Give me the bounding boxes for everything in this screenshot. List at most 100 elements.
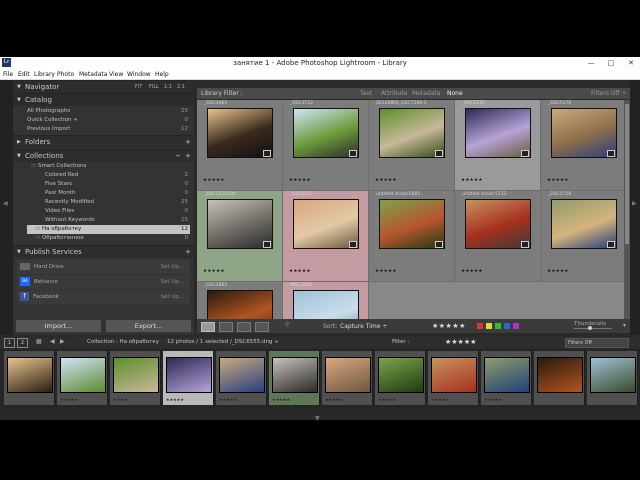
- grid-cell[interactable]: _DSC5227 ★★★★★: [283, 191, 369, 282]
- collection-item[interactable]: Recently Modified 25: [45, 198, 190, 207]
- close-button[interactable]: ✕: [624, 57, 638, 69]
- grid-cell[interactable]: _DSC5176 ★★★★★: [541, 100, 627, 191]
- filmstrip-thumb[interactable]: [4, 351, 55, 405]
- publish-hard-drive[interactable]: Hard Drive Set Up...: [17, 260, 190, 274]
- menu-file[interactable]: File: [3, 71, 13, 78]
- cell-rating[interactable]: ★★★★★: [375, 269, 397, 274]
- color-label-swatch[interactable]: [504, 323, 510, 329]
- grid-cell[interactable]: _DSC5718 ★★★★★: [541, 191, 627, 282]
- filmstrip-photo[interactable]: [272, 357, 318, 393]
- loupe-view-icon[interactable]: [219, 322, 233, 332]
- cell-rating[interactable]: ★★★★★: [375, 178, 397, 183]
- setup-link[interactable]: Set Up...: [160, 275, 184, 289]
- color-label-swatch[interactable]: [495, 323, 501, 329]
- grid-cell[interactable]: 20120805_DSC7568-2 ★★★★★: [369, 100, 455, 191]
- filmstrip-photo[interactable]: [378, 357, 424, 393]
- filmstrip-photo[interactable]: [325, 357, 371, 393]
- catalog-item-previous[interactable]: Previous Import 12: [27, 125, 190, 134]
- menu-help[interactable]: Help: [155, 71, 169, 78]
- cell-rating[interactable]: ★★★★★: [547, 178, 569, 183]
- filmstrip-photo[interactable]: [219, 357, 265, 393]
- publish-facebook[interactable]: f Facebook Set Up...: [17, 290, 190, 304]
- collection-item[interactable]: Five Stars 0: [45, 180, 190, 189]
- sort-select[interactable]: Capture Time ÷: [340, 323, 387, 330]
- menu-window[interactable]: Window: [127, 71, 151, 78]
- filmstrip-collection[interactable]: Collection : На обработку: [87, 339, 159, 345]
- collection-item[interactable]: Video Files 0: [45, 207, 190, 216]
- rating-stars[interactable]: ★★★★★: [432, 322, 466, 330]
- publish-behance[interactable]: Bē Behance Set Up...: [17, 275, 190, 289]
- filmstrip-thumb[interactable]: ★★★★★: [57, 351, 108, 405]
- folders-header[interactable]: ▶ Folders +: [13, 135, 194, 148]
- grid-cell[interactable]: _DSC5271Edit ★★★★★: [197, 191, 283, 282]
- menu-metadata[interactable]: Metadata: [79, 71, 107, 78]
- publish-header[interactable]: ▼ Publish Services +: [13, 245, 194, 258]
- add-publish-icon[interactable]: +: [185, 246, 191, 258]
- toolbar-menu-icon[interactable]: ▾: [623, 322, 626, 329]
- forward-arrow-icon[interactable]: ▶: [60, 338, 65, 345]
- filmstrip-photo[interactable]: [113, 357, 159, 393]
- collection-item[interactable]: ▭ Обработанное 0: [35, 234, 190, 243]
- setup-link[interactable]: Set Up...: [160, 260, 184, 274]
- grid-mini-icon[interactable]: ▦: [36, 338, 42, 345]
- grid-cell[interactable]: _DSC3712 ★★★★★: [283, 100, 369, 191]
- color-label-swatch[interactable]: [477, 323, 483, 329]
- filmstrip-photo[interactable]: [537, 357, 583, 393]
- filter-none[interactable]: None: [447, 90, 463, 97]
- cell-rating[interactable]: ★★★★★: [203, 269, 225, 274]
- spray-can-icon[interactable]: ⚲: [285, 321, 289, 328]
- export-button[interactable]: Export...: [106, 320, 191, 332]
- remove-collection-icon[interactable]: −: [175, 150, 181, 162]
- page-2-button[interactable]: 2: [17, 338, 28, 348]
- import-button[interactable]: Import...: [16, 320, 101, 332]
- zoom-1-1[interactable]: 1:1: [164, 81, 172, 93]
- menu-edit[interactable]: Edit: [18, 71, 30, 78]
- collection-item[interactable]: Colored Red 2: [45, 171, 190, 180]
- filmstrip-filter-select[interactable]: Filters Off: [565, 338, 629, 348]
- filmstrip-photo[interactable]: [590, 357, 636, 393]
- filter-metadata[interactable]: Metadata: [412, 90, 440, 97]
- filter-text[interactable]: Text: [360, 90, 372, 97]
- catalog-header[interactable]: ▼ Catalog: [13, 93, 194, 106]
- color-label-swatch[interactable]: [513, 323, 519, 329]
- filmstrip-collapse-icon[interactable]: ▼: [315, 415, 320, 422]
- cell-rating[interactable]: ★★★★★: [547, 269, 569, 274]
- collection-item[interactable]: ▭ Smart Collections: [31, 162, 190, 171]
- compare-view-icon[interactable]: [237, 322, 251, 332]
- filmstrip-photo[interactable]: [166, 357, 212, 393]
- filmstrip-photo[interactable]: [484, 357, 530, 393]
- collection-item[interactable]: Without Keywords 25: [45, 216, 190, 225]
- filmstrip-thumb[interactable]: ★★★★★: [216, 351, 267, 405]
- zoom-fill[interactable]: FILL: [149, 81, 159, 93]
- filmstrip-thumb[interactable]: ★★★★★: [428, 351, 479, 405]
- filter-attribute[interactable]: Attribute: [381, 90, 408, 97]
- survey-view-icon[interactable]: [255, 322, 269, 332]
- color-label-swatch[interactable]: [486, 323, 492, 329]
- filmstrip-thumb[interactable]: [587, 351, 638, 405]
- filmstrip-count[interactable]: 12 photos / 1 selected /_DSC6555.dng ÷: [167, 339, 279, 345]
- collection-item[interactable]: Past Month 0: [45, 189, 190, 198]
- collection-item-selected[interactable]: ▭ На обработку 12: [27, 225, 190, 234]
- filmstrip-thumb[interactable]: ★★★★: [110, 351, 161, 405]
- catalog-item-all[interactable]: All Photographs 25: [27, 107, 190, 116]
- zoom-2-1[interactable]: 2:1: [177, 81, 185, 93]
- back-arrow-icon[interactable]: ◀: [50, 338, 55, 345]
- grid-cell[interactable]: _DSC3465 ★★★★★: [197, 100, 283, 191]
- grid-cell[interactable]: untitled shoot-5733 ★★★★★: [455, 191, 541, 282]
- filmstrip-thumb[interactable]: [534, 351, 585, 405]
- menu-photo[interactable]: Photo: [57, 71, 74, 78]
- cell-rating[interactable]: ★★★★★: [461, 178, 483, 183]
- collapse-right-icon[interactable]: ▶: [632, 200, 637, 207]
- filmstrip-thumb[interactable]: ★★★★★: [322, 351, 373, 405]
- filmstrip-thumb[interactable]: ★★★★★: [481, 351, 532, 405]
- filmstrip-photo[interactable]: [7, 357, 53, 393]
- zoom-fit[interactable]: FIT: [135, 81, 142, 93]
- minimize-button[interactable]: —: [584, 57, 598, 69]
- page-1-button[interactable]: 1: [4, 338, 15, 348]
- filmstrip-photo[interactable]: [60, 357, 106, 393]
- cell-rating[interactable]: ★★★★★: [289, 178, 311, 183]
- thumbnail-size-slider[interactable]: [574, 328, 612, 329]
- add-collection-icon[interactable]: +: [185, 150, 191, 162]
- grid-scrollbar-thumb[interactable]: [625, 104, 629, 244]
- filmstrip-thumb[interactable]: ★★★★★: [269, 351, 320, 405]
